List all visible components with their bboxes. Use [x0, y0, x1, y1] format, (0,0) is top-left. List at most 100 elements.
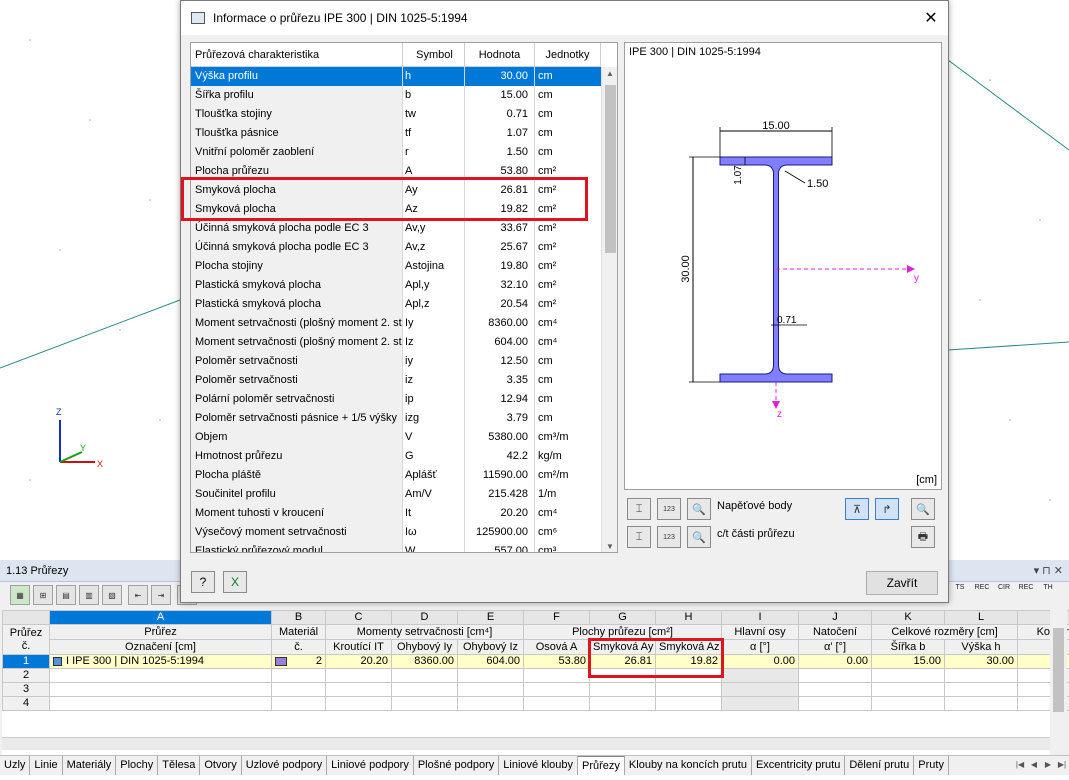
toolbar-button-5[interactable]: ▧ [102, 585, 122, 605]
stress-points-details-icon[interactable]: 🔍 [687, 498, 711, 520]
tab-materialy[interactable]: Materiály [63, 756, 117, 775]
col-letter[interactable]: K [872, 611, 945, 625]
scroll-up-icon[interactable]: ▲ [606, 69, 614, 78]
property-row[interactable]: Tloušťka pásnicetf1.07cm [191, 124, 601, 143]
property-row[interactable]: Moment setrvačnosti (plošný moment 2. st… [191, 333, 601, 352]
property-row[interactable]: Elastický průřezový modulW557.00cm³ [191, 542, 601, 553]
property-row[interactable]: Moment tuhosti v krouceníIt20.20cm⁴ [191, 504, 601, 523]
toolbar-button-7[interactable]: ⇥ [151, 585, 171, 605]
scroll-down-icon[interactable]: ▼ [606, 542, 614, 551]
property-row[interactable]: Účinná smyková plocha podle EC 3Av,z25.6… [191, 238, 601, 257]
dimension-toggle-icon[interactable]: ⊼ [845, 498, 869, 520]
properties-scrollbar[interactable]: ▲ ▼ [601, 67, 618, 553]
property-row[interactable]: Účinná smyková plocha podle EC 3Av,y33.6… [191, 219, 601, 238]
tab-klouby-na-koncich[interactable]: Klouby na koncích prutu [625, 756, 752, 775]
help-icon[interactable]: ? [191, 571, 215, 593]
tab-next-icon[interactable]: ▶ [1041, 756, 1055, 774]
tab-liniove-klouby[interactable]: Liniové klouby [499, 756, 578, 775]
col-letter[interactable]: B [272, 611, 326, 625]
property-row[interactable]: Tloušťka stojinytw0.71cm [191, 105, 601, 124]
tab-uzly[interactable]: Uzly [0, 756, 30, 775]
panel-pin-controls[interactable]: ▾ ⊓ ✕ [1034, 560, 1063, 582]
export-excel-icon[interactable]: X [223, 571, 247, 593]
stress-points-numbers-button[interactable]: 123 [657, 498, 681, 520]
dialog-close-icon[interactable]: ✕ [914, 1, 948, 35]
tab-otvory[interactable]: Otvory [200, 756, 241, 775]
axes-toggle-icon[interactable]: ↱ [875, 498, 899, 520]
toolbar-cir-button[interactable]: CIR [994, 584, 1014, 591]
table-horizontal-scrollbar[interactable] [2, 737, 1050, 750]
tab-linie[interactable]: Linie [30, 756, 62, 775]
table-row[interactable]: 1 I IPE 300 | DIN 1025-5:1994 2 20.20 83… [3, 655, 1069, 669]
property-row[interactable]: Moment setrvačnosti (plošný moment 2. st… [191, 314, 601, 333]
property-row[interactable]: Součinitel profiluAm/V215.4281/m [191, 485, 601, 504]
tab-plochy[interactable]: Plochy [116, 756, 158, 775]
cell-width[interactable]: 15.00 [872, 655, 945, 669]
col-letter[interactable]: D [392, 611, 458, 625]
col-letter[interactable]: I [722, 611, 799, 625]
print-icon[interactable]: 🖶 [911, 526, 935, 548]
close-button[interactable]: Zavřít [866, 571, 938, 595]
ct-parts-numbers-button[interactable]: 123 [657, 526, 681, 548]
toolbar-button-4[interactable]: ▥ [79, 585, 99, 605]
property-row[interactable]: Výsečový moment setrvačnostiIω125900.00c… [191, 523, 601, 542]
cell-alpha2[interactable]: 0.00 [799, 655, 872, 669]
table-vertical-scrollbar[interactable] [1050, 610, 1067, 737]
property-row[interactable]: Šířka profilub15.00cm [191, 86, 601, 105]
cell-a[interactable]: 53.80 [524, 655, 590, 669]
cell-it[interactable]: 20.20 [326, 655, 392, 669]
property-row[interactable]: ObjemV5380.00cm³/m [191, 428, 601, 447]
tab-first-icon[interactable]: |◀ [1013, 756, 1027, 774]
toolbar-button-3[interactable]: ▤ [56, 585, 76, 605]
property-row[interactable]: Vnitřní poloměr zaoblenír1.50cm [191, 143, 601, 162]
tab-prurezy[interactable]: Průřezy [578, 756, 625, 775]
property-row[interactable]: Plocha stojinyAstojina19.80cm² [191, 257, 601, 276]
row-number[interactable]: 4 [3, 697, 50, 711]
cell-iz[interactable]: 604.00 [458, 655, 524, 669]
scroll-thumb[interactable] [605, 85, 616, 253]
row-number[interactable]: 2 [3, 669, 50, 683]
col-letter[interactable]: C [326, 611, 392, 625]
tab-telesa[interactable]: Tělesa [158, 756, 200, 775]
tab-last-icon[interactable]: ▶| [1055, 756, 1069, 774]
cell-alpha[interactable]: 0.00 [722, 655, 799, 669]
property-row[interactable]: Plocha pláštěAplášť11590.00cm²/m [191, 466, 601, 485]
property-row[interactable]: Plastická smyková plochaApl,z20.54cm² [191, 295, 601, 314]
property-row[interactable]: Poloměr setrvačnosti pásnice + 1/5 výšky… [191, 409, 601, 428]
toolbar-button-1[interactable]: ▦ [10, 585, 30, 605]
cell-iy[interactable]: 8360.00 [392, 655, 458, 669]
section-name-cell[interactable]: I IPE 300 | DIN 1025-5:1994 [50, 655, 272, 669]
table-row[interactable]: 3 [3, 683, 1069, 697]
col-letter[interactable]: A [50, 611, 272, 625]
col-letter[interactable]: J [799, 611, 872, 625]
tab-liniove-podpory[interactable]: Liniové podpory [327, 756, 414, 775]
tab-excentricity[interactable]: Excentricity prutu [752, 756, 845, 775]
ct-parts-toggle-icon[interactable]: ⌶ [627, 526, 651, 548]
toolbar-rec-button[interactable]: REC [972, 584, 992, 591]
zoom-icon[interactable]: 🔍 [911, 498, 935, 520]
material-cell[interactable]: 2 [272, 655, 326, 669]
toolbar-ts-button[interactable]: TS [950, 584, 970, 591]
row-number[interactable]: 3 [3, 683, 50, 697]
tab-uzlove-podpory[interactable]: Uzlové podpory [242, 756, 327, 775]
tab-deleni-prutu[interactable]: Dělení prutu [845, 756, 914, 775]
table-row[interactable]: 2 [3, 669, 1069, 683]
property-row[interactable]: Hmotnost průřezuG42.2kg/m [191, 447, 601, 466]
col-letter[interactable]: F [524, 611, 590, 625]
tab-plosne-podpory[interactable]: Plošné podpory [414, 756, 499, 775]
toolbar-th-button[interactable]: TH [1038, 584, 1058, 591]
col-letter[interactable]: L [945, 611, 1018, 625]
row-number[interactable]: 1 [3, 655, 50, 669]
tab-prev-icon[interactable]: ◀ [1027, 756, 1041, 774]
col-letter[interactable]: H [656, 611, 722, 625]
stress-points-toggle-icon[interactable]: ⌶ [627, 498, 651, 520]
dialog-title-bar[interactable]: Informace o průřezu IPE 300 | DIN 1025-5… [181, 1, 948, 35]
col-letter[interactable]: G [590, 611, 656, 625]
toolbar-button-2[interactable]: ⊞ [33, 585, 53, 605]
property-row[interactable]: Plastická smyková plochaApl,y32.10cm² [191, 276, 601, 295]
property-row[interactable]: Poloměr setrvačnostiiy12.50cm [191, 352, 601, 371]
ct-parts-details-icon[interactable]: 🔍 [687, 526, 711, 548]
toolbar-rec2-button[interactable]: REC [1016, 584, 1036, 591]
cell-height[interactable]: 30.00 [945, 655, 1018, 669]
col-letter[interactable]: E [458, 611, 524, 625]
